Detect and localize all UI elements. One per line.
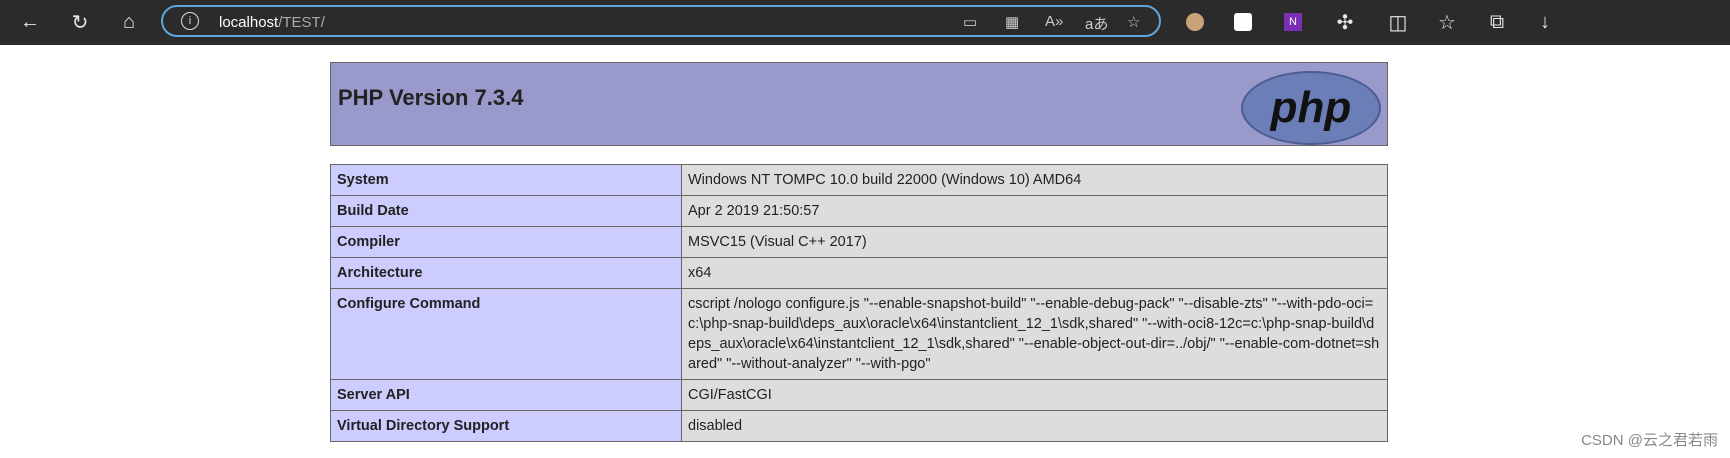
row-label: Virtual Directory Support: [330, 410, 682, 442]
row-value: CGI/FastCGI: [681, 379, 1388, 411]
info-table: System Windows NT TOMPC 10.0 build 22000 …: [330, 164, 1388, 442]
info-icon[interactable]: i: [181, 12, 199, 30]
row-label: Architecture: [330, 257, 682, 289]
table-row: Compiler MSVC15 (Visual C++ 2017): [330, 226, 1388, 258]
read-aloud-icon[interactable]: A»: [1045, 13, 1063, 30]
table-row: System Windows NT TOMPC 10.0 build 22000 …: [330, 164, 1388, 196]
split-screen-icon[interactable]: ◫: [1384, 8, 1412, 36]
extension-icon[interactable]: [1229, 8, 1257, 36]
row-label: Server API: [330, 379, 682, 411]
row-value: x64: [681, 257, 1388, 289]
extensions-icon[interactable]: ✣: [1331, 8, 1359, 36]
row-label: Configure Command: [330, 288, 682, 380]
home-icon[interactable]: ⌂: [115, 8, 143, 36]
row-value: cscript /nologo configure.js "--enable-s…: [681, 288, 1388, 380]
back-icon[interactable]: ←: [16, 8, 44, 36]
php-logo[interactable]: php: [1241, 71, 1381, 145]
row-value: Apr 2 2019 21:50:57: [681, 195, 1388, 227]
apps-icon[interactable]: ▦: [1005, 13, 1019, 31]
url-text[interactable]: localhost/TEST/: [219, 14, 325, 31]
row-label: Build Date: [330, 195, 682, 227]
favorites-icon[interactable]: ☆: [1433, 8, 1461, 36]
table-row: Architecture x64: [330, 257, 1388, 289]
collections-icon[interactable]: ⧉: [1483, 8, 1511, 36]
table-row: Server API CGI/FastCGI: [330, 379, 1388, 411]
table-row: Configure Command cscript /nologo configu…: [330, 288, 1388, 380]
favorite-add-icon[interactable]: ☆: [1127, 13, 1140, 31]
device-icon[interactable]: ▭: [963, 13, 977, 31]
table-row: Virtual Directory Support disabled: [330, 410, 1388, 442]
row-value: disabled: [681, 410, 1388, 442]
row-label: Compiler: [330, 226, 682, 258]
address-bar[interactable]: i localhost/TEST/ ▭ ▦ A» aあ ☆: [161, 5, 1161, 37]
refresh-icon[interactable]: ↻: [66, 8, 94, 36]
row-value: Windows NT TOMPC 10.0 build 22000 (Windo…: [681, 164, 1388, 196]
table-row: Build Date Apr 2 2019 21:50:57: [330, 195, 1388, 227]
page-title: PHP Version 7.3.4: [338, 85, 524, 110]
onenote-icon[interactable]: N: [1279, 8, 1307, 36]
row-value: MSVC15 (Visual C++ 2017): [681, 226, 1388, 258]
translate-icon[interactable]: aあ: [1085, 13, 1108, 34]
row-label: System: [330, 164, 682, 196]
download-icon[interactable]: ↓: [1531, 8, 1559, 36]
browser-toolbar: ← ↻ ⌂ i localhost/TEST/ ▭ ▦ A» aあ ☆ N ✣ …: [0, 0, 1730, 45]
extension-avatar-icon[interactable]: [1181, 8, 1209, 36]
watermark: CSDN @云之君若雨: [1581, 432, 1718, 449]
php-header: PHP Version 7.3.4 php: [330, 62, 1388, 146]
